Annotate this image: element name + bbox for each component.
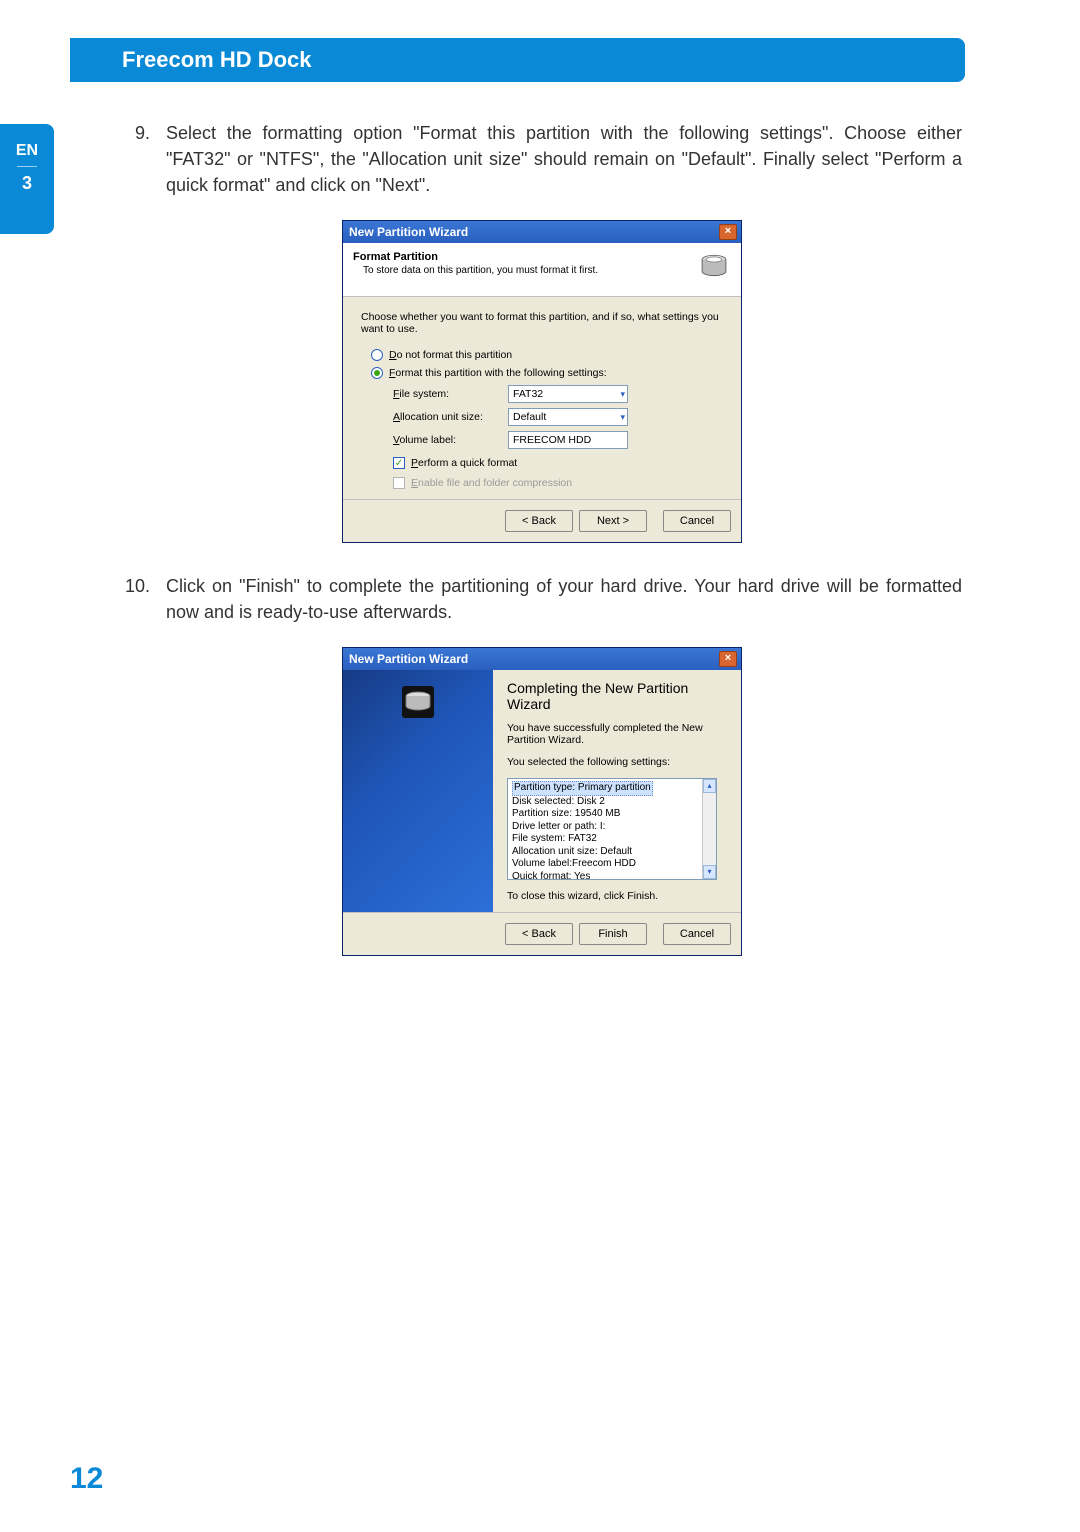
dialog2-body: Completing the New Partition Wizard You … (343, 670, 741, 912)
select-filesystem-value: FAT32 (513, 388, 543, 400)
label-allocation: Allocation unit size: (393, 411, 508, 423)
scroll-down-icon[interactable]: ▾ (703, 865, 716, 879)
input-volume-value: FREECOM HDD (513, 434, 591, 446)
next-button[interactable]: Next > (579, 510, 647, 532)
next-button-label: Next > (597, 515, 629, 527)
dialog1-header: Format Partition To store data on this p… (343, 243, 741, 297)
radio-icon (371, 349, 383, 361)
side-divider (17, 166, 37, 167)
wizard-close-msg: To close this wizard, click Finish. (507, 890, 727, 902)
doc-title: Freecom HD Dock (122, 47, 312, 73)
cancel-button[interactable]: Cancel (663, 923, 731, 945)
summary-line: Allocation unit size: Default (512, 846, 700, 859)
select-filesystem[interactable]: FAT32 ▾ (508, 385, 628, 403)
select-allocation-value: Default (513, 411, 546, 423)
dialog1-title: New Partition Wizard (349, 225, 468, 239)
summary-line: Disk selected: Disk 2 (512, 796, 700, 809)
label-volume: Volume label: (393, 434, 508, 446)
radio-icon-checked (371, 367, 383, 379)
format-settings: File system: FAT32 ▾ Allocation unit siz… (393, 385, 723, 449)
summary-line: File system: FAT32 (512, 833, 700, 846)
dialog1-body: Choose whether you want to format this p… (343, 297, 741, 499)
row-allocation: Allocation unit size: Default ▾ (393, 408, 723, 426)
completing-wizard-dialog: New Partition Wizard × Completing the Ne… (342, 647, 742, 956)
back-button[interactable]: < Back (505, 510, 573, 532)
dialog1-header-title: Format Partition (353, 251, 598, 263)
close-icon[interactable]: × (719, 224, 737, 240)
checkbox-icon (393, 477, 405, 489)
checkbox-checked-icon: ✓ (393, 457, 405, 469)
wizard-selected-msg: You selected the following settings: (507, 756, 727, 768)
dialog2-main: Completing the New Partition Wizard You … (493, 670, 741, 912)
dialog1-header-text: Format Partition To store data on this p… (353, 251, 598, 276)
dialog2-holder: New Partition Wizard × Completing the Ne… (122, 647, 962, 956)
cancel-button-label: Cancel (680, 928, 714, 940)
summary-line: Quick format: Yes (512, 871, 700, 881)
side-tab: EN 3 (0, 124, 54, 234)
dialog1-header-sub: To store data on this partition, you mus… (353, 265, 598, 276)
step-10: 10. Click on "Finish" to complete the pa… (122, 573, 962, 625)
close-icon[interactable]: × (719, 651, 737, 667)
check-quick-label: Perform a quick format (411, 457, 517, 469)
row-filesystem: File system: FAT32 ▾ (393, 385, 723, 403)
select-allocation[interactable]: Default ▾ (508, 408, 628, 426)
radio-format-label: Format this partition with the following… (389, 367, 607, 379)
summary-line: Partition size: 19540 MB (512, 808, 700, 821)
step-10-text: Click on "Finish" to complete the partit… (166, 573, 962, 625)
dialog1-instruction: Choose whether you want to format this p… (361, 311, 723, 335)
wizard-success-msg: You have successfully completed the New … (507, 722, 727, 746)
scrollbar[interactable]: ▴ ▾ (702, 779, 716, 879)
side-lang: EN (0, 142, 54, 160)
page-number: 12 (70, 1462, 103, 1496)
dialog1-holder: New Partition Wizard × Format Partition … (122, 220, 962, 543)
chevron-down-icon: ▾ (620, 389, 625, 400)
wizard-completing-title: Completing the New Partition Wizard (507, 680, 727, 712)
row-volume-label: Volume label: FREECOM HDD (393, 431, 723, 449)
finish-button[interactable]: Finish (579, 923, 647, 945)
back-button[interactable]: < Back (505, 923, 573, 945)
radio-no-format[interactable]: Do not format this partition (361, 349, 723, 361)
input-volume-label[interactable]: FREECOM HDD (508, 431, 628, 449)
settings-summary[interactable]: Partition type: Primary partition Disk s… (507, 778, 717, 880)
check-quick-format[interactable]: ✓ Perform a quick format (393, 457, 723, 469)
doc-header: Freecom HD Dock (70, 38, 965, 82)
summary-line: Volume label:Freecom HDD (512, 858, 700, 871)
step-9-text: Select the formatting option "Format thi… (166, 120, 962, 198)
label-filesystem: File system: (393, 388, 508, 400)
side-chapter: 3 (0, 173, 54, 194)
check-compress-label: Enable file and folder compression (411, 477, 572, 489)
disk-icon (697, 251, 731, 288)
scroll-up-icon[interactable]: ▴ (703, 779, 716, 793)
back-button-label: < Back (522, 928, 556, 940)
chevron-down-icon: ▾ (620, 412, 625, 423)
disk-icon (398, 682, 438, 912)
format-partition-dialog: New Partition Wizard × Format Partition … (342, 220, 742, 543)
step-9: 9. Select the formatting option "Format … (122, 120, 962, 198)
dialog2-footer: < Back Finish Cancel (343, 912, 741, 955)
back-button-label: < Back (522, 515, 556, 527)
step-10-num: 10. (122, 573, 150, 625)
content: 9. Select the formatting option "Format … (122, 120, 962, 986)
dialog1-footer: < Back Next > Cancel (343, 499, 741, 542)
step-9-num: 9. (122, 120, 150, 198)
radio-no-format-label: Do not format this partition (389, 349, 512, 361)
summary-line: Partition type: Primary partition (512, 781, 653, 796)
dialog2-title: New Partition Wizard (349, 652, 468, 666)
cancel-button-label: Cancel (680, 515, 714, 527)
cancel-button[interactable]: Cancel (663, 510, 731, 532)
summary-line: Drive letter or path: I: (512, 821, 700, 834)
dialog1-titlebar: New Partition Wizard × (343, 221, 741, 243)
check-compression: Enable file and folder compression (393, 477, 723, 489)
dialog2-titlebar: New Partition Wizard × (343, 648, 741, 670)
wizard-side-graphic (343, 670, 493, 912)
radio-format[interactable]: Format this partition with the following… (361, 367, 723, 379)
finish-button-label: Finish (598, 928, 627, 940)
